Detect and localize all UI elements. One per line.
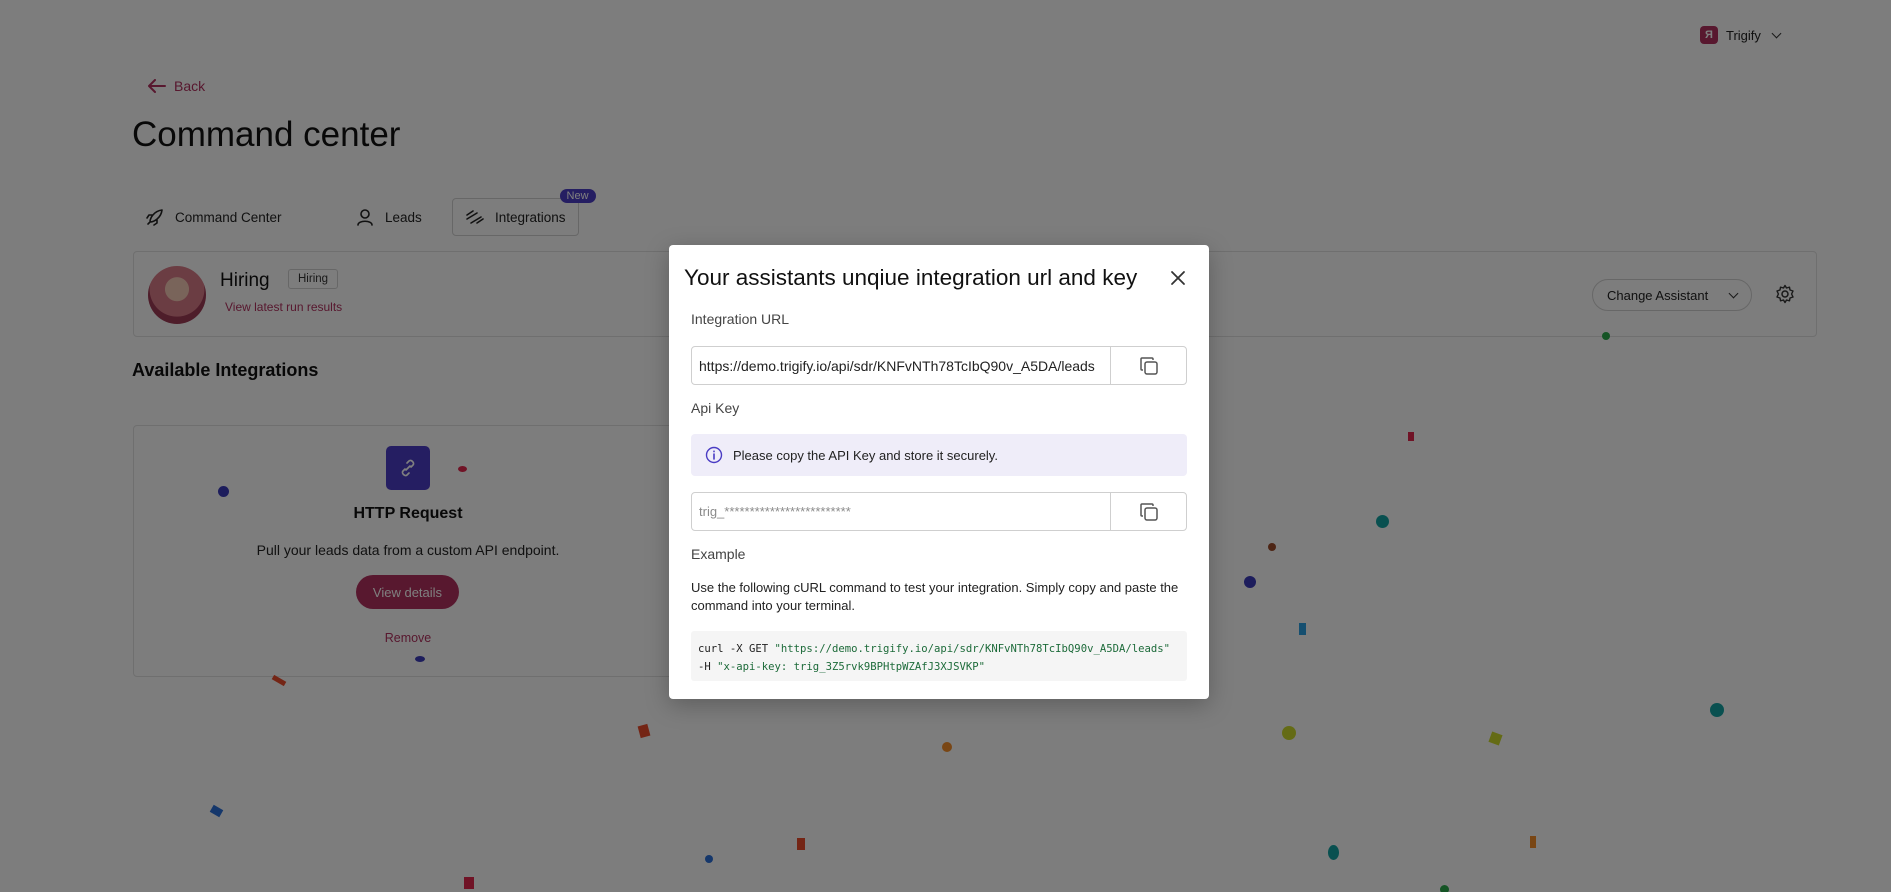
api-key-notice: Please copy the API Key and store it sec…: [691, 434, 1187, 476]
api-key-notice-text: Please copy the API Key and store it sec…: [733, 447, 998, 463]
code-url-string: "https://demo.trigify.io/api/sdr/KNFvNTh…: [774, 643, 1170, 655]
copy-icon: [1139, 502, 1158, 521]
modal-title: Your assistants unqiue integration url a…: [684, 265, 1138, 290]
code-header-string: "x-api-key: trig_3Z5rvk9BPHtpWZAfJ3XJSVK…: [717, 661, 986, 673]
integration-url-label: Integration URL: [691, 311, 790, 327]
integration-url-field: https://demo.trigify.io/api/sdr/KNFvNTh7…: [691, 346, 1187, 385]
example-label: Example: [691, 546, 746, 562]
info-icon: [705, 446, 723, 464]
api-key-field: trig_*************************: [691, 492, 1187, 531]
copy-key-button[interactable]: [1110, 493, 1186, 530]
api-key-label: Api Key: [691, 400, 740, 416]
curl-code-block[interactable]: curl -X GET "https://demo.trigify.io/api…: [691, 631, 1187, 681]
code-command: -H: [698, 661, 718, 673]
example-description: Use the following cURL command to test y…: [691, 580, 1179, 613]
page-background: Я Trigify Back Command center Command Ce…: [0, 0, 1891, 892]
code-command: curl -X GET: [698, 643, 775, 655]
integration-modal: Your assistants unqiue integration url a…: [669, 245, 1209, 699]
copy-icon: [1139, 356, 1158, 375]
integration-url-value[interactable]: https://demo.trigify.io/api/sdr/KNFvNTh7…: [692, 347, 1110, 384]
api-key-value[interactable]: trig_*************************: [692, 493, 1110, 530]
close-icon[interactable]: [1169, 269, 1187, 287]
copy-url-button[interactable]: [1110, 347, 1186, 384]
